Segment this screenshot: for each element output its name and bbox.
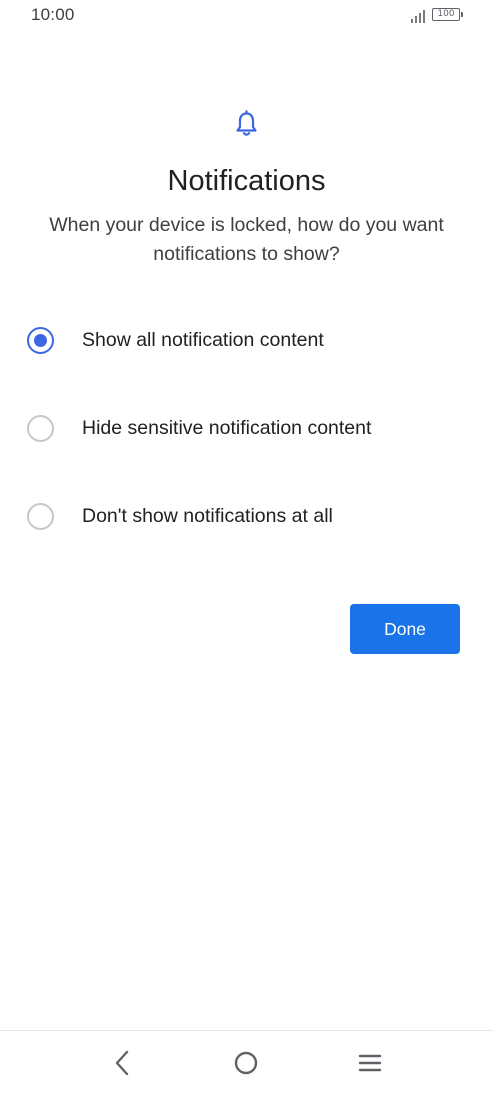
- menu-icon[interactable]: [354, 1047, 386, 1079]
- radio-button[interactable]: [27, 503, 54, 530]
- page-title: Notifications: [167, 165, 326, 197]
- battery-tip: [461, 12, 463, 17]
- page-subtitle: When your device is locked, how do you w…: [49, 214, 444, 265]
- status-bar: 10:00 100: [0, 0, 493, 32]
- option-dont-show[interactable]: Don't show notifications at all: [0, 474, 493, 562]
- notification-options: Show all notification content Hide sensi…: [0, 298, 493, 562]
- option-hide-sensitive[interactable]: Hide sensitive notification content: [0, 386, 493, 474]
- signal-icon: [411, 10, 425, 23]
- status-time: 10:00: [31, 5, 75, 24]
- bell-icon: [236, 110, 257, 136]
- navigation-bar: [0, 1031, 493, 1096]
- battery-level: 100: [432, 8, 460, 21]
- radio-button-selected[interactable]: [27, 327, 54, 354]
- done-button[interactable]: Done: [350, 604, 460, 654]
- option-label: Hide sensitive notification content: [82, 417, 372, 439]
- option-label: Show all notification content: [82, 329, 324, 351]
- option-label: Don't show notifications at all: [82, 505, 333, 527]
- battery-icon: 100: [432, 8, 465, 23]
- option-show-all[interactable]: Show all notification content: [0, 298, 493, 386]
- back-icon[interactable]: [107, 1047, 139, 1079]
- radio-button[interactable]: [27, 415, 54, 442]
- home-icon[interactable]: [230, 1047, 262, 1079]
